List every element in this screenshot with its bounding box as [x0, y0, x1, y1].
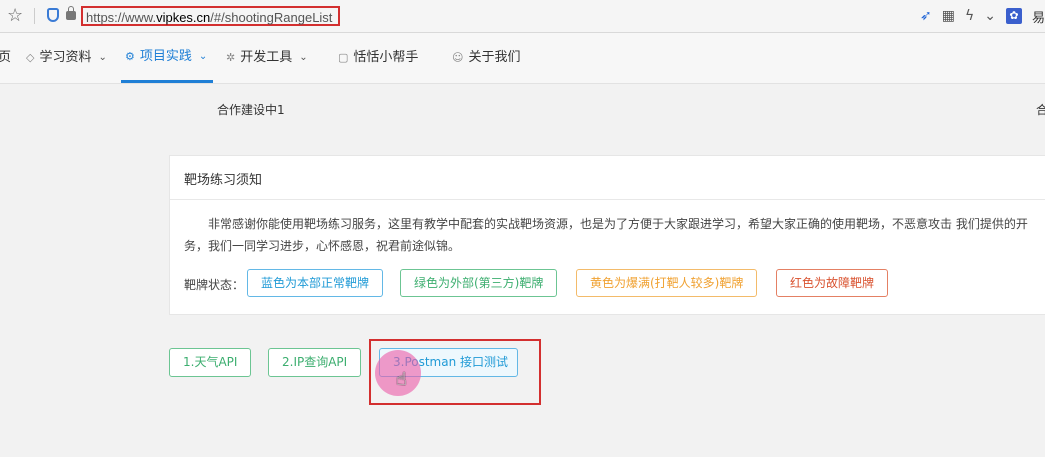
lock-icon[interactable]: [66, 6, 76, 20]
browser-extension-icons: ➶ ▦ ϟ ⌄ ✿ 易: [920, 6, 1045, 26]
settings-icon: ⚙: [125, 49, 135, 63]
truncated-label: 易: [1031, 10, 1045, 26]
nav-item-helper[interactable]: ▢ 恬恬小帮手: [338, 33, 418, 83]
toolbar-divider: [34, 8, 35, 24]
panel-divider: [170, 199, 1045, 200]
document-icon: ▢: [338, 51, 349, 64]
range-button-weather-api[interactable]: 1.天气API: [169, 348, 252, 377]
address-bar[interactable]: https://www.vipkes.cn/#/shootingRangeLis…: [81, 6, 341, 26]
url-domain: vipkes.cn: [156, 10, 211, 25]
nav-item-label: 项目实践: [139, 48, 192, 64]
partner-label-1[interactable]: 合作建设中1: [217, 101, 285, 118]
tools-icon: ✲: [226, 51, 236, 64]
tag-red-fault[interactable]: 红色为故障靶牌: [776, 269, 889, 297]
nav-item-about[interactable]: ☺ 关于我们: [452, 33, 520, 83]
cube-icon: ◇: [26, 51, 35, 64]
shield-icon[interactable]: [47, 8, 59, 22]
notice-text-line-2: 务，我们一同学习进步，心怀感恩，祝君前途似锦。: [184, 239, 461, 253]
bookmark-star-icon[interactable]: ☆: [7, 5, 23, 26]
grid-icon[interactable]: ▦: [942, 8, 955, 24]
panel-title: 靶场练习须知: [184, 173, 263, 188]
tag-green-external[interactable]: 绿色为外部(第三方)靶牌: [400, 269, 558, 297]
nav-item-project-practice[interactable]: ⚙ 项目实践 ⌄: [121, 33, 214, 83]
nav-item-label: 恬恬小帮手: [353, 50, 419, 65]
nav-item-home[interactable]: 页: [0, 33, 11, 83]
url-prefix: https://www.: [86, 10, 157, 25]
notice-text-line-1: 非常感谢你能使用靶场练习服务，这里有教学中配套的实战靶场资源，也是为了方便于大家…: [208, 217, 1028, 231]
chevron-down-icon: ⌄: [299, 52, 308, 63]
smile-icon: ☺: [452, 51, 464, 64]
nav-item-label: 关于我们: [468, 50, 521, 65]
status-label: 靶牌状态：: [184, 278, 245, 292]
nav-item-study-materials[interactable]: ◇ 学习资料 ⌄: [26, 33, 107, 83]
chevron-down-icon: ⌄: [198, 50, 208, 62]
nav-item-label: 开发工具: [240, 50, 293, 65]
browser-toolbar: ☆ https://www.vipkes.cn/#/shootingRangeL…: [0, 0, 1045, 33]
range-button-ip-query-api[interactable]: 2.IP查询API: [268, 348, 362, 377]
lightning-icon[interactable]: ϟ: [965, 8, 974, 24]
url-path: /#/shootingRangeList: [210, 10, 333, 25]
site-nav: 页 ◇ 学习资料 ⌄ ⚙ 项目实践 ⌄ ✲ 开发工具 ⌄ ▢ 恬恬小帮手 ☺ 关…: [0, 33, 1045, 84]
nav-item-label: 学习资料: [39, 50, 92, 65]
partner-label-2[interactable]: 合: [1036, 101, 1045, 118]
baidu-icon[interactable]: ✿: [1005, 8, 1022, 24]
tag-blue-normal[interactable]: 蓝色为本部正常靶牌: [247, 269, 384, 297]
nav-item-label: 页: [0, 50, 12, 65]
nav-item-dev-tools[interactable]: ✲ 开发工具 ⌄: [226, 33, 308, 83]
hand-cursor-icon: ☝: [396, 369, 407, 390]
rocket-icon[interactable]: ➶: [920, 8, 932, 24]
tag-yellow-full[interactable]: 黄色为爆满(打靶人较多)靶牌: [576, 269, 758, 297]
notice-panel: 靶场练习须知 非常感谢你能使用靶场练习服务，这里有教学中配套的实战靶场资源，也是…: [169, 155, 1045, 315]
chevron-down-icon[interactable]: ⌄: [984, 8, 996, 24]
chevron-down-icon: ⌄: [98, 52, 107, 63]
